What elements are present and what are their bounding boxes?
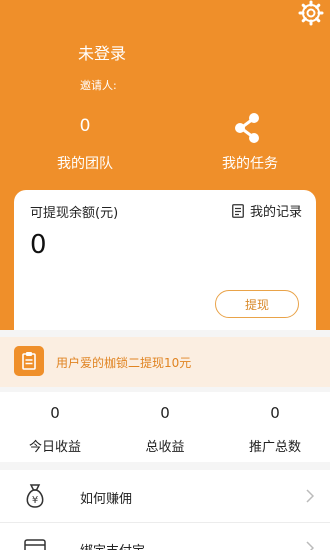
menu-item-how-to-earn[interactable]: ¥ 如何赚佣 bbox=[0, 470, 330, 522]
username-label[interactable]: 未登录 bbox=[78, 40, 126, 64]
svg-text:¥: ¥ bbox=[32, 495, 38, 506]
money-bag-icon: ¥ bbox=[26, 484, 44, 508]
my-task-link[interactable]: 我的任务 bbox=[170, 153, 330, 173]
withdraw-button[interactable]: 提现 bbox=[215, 290, 299, 318]
profile-header: 未登录 邀请人: 0 我的团队 我的任务 可提现余额(元) 我的记录 0 提现 bbox=[0, 0, 330, 330]
my-records-label: 我的记录 bbox=[249, 205, 302, 220]
stat-today-earnings[interactable]: 0 今日收益 bbox=[0, 392, 110, 462]
stat-total-referrals[interactable]: 0 推广总数 bbox=[220, 392, 330, 462]
stat-total-earnings[interactable]: 0 总收益 bbox=[110, 392, 220, 462]
team-count[interactable]: 0 bbox=[0, 116, 170, 136]
notice-bar[interactable]: 用户爱的枷锁二提现10元 bbox=[0, 337, 330, 387]
wallet-icon bbox=[24, 539, 46, 550]
stat-value: 0 bbox=[50, 404, 60, 422]
menu-label: 如何赚佣 bbox=[80, 492, 133, 507]
balance-card: 可提现余额(元) 我的记录 0 提现 bbox=[14, 190, 316, 330]
inviter-label: 邀请人: bbox=[80, 79, 117, 92]
chevron-right-icon bbox=[306, 541, 314, 550]
my-records-link[interactable]: 我的记录 bbox=[232, 201, 302, 220]
notice-text: 用户爱的枷锁二提现10元 bbox=[56, 356, 192, 370]
menu-label: 绑定支付宝 bbox=[80, 540, 145, 550]
stat-label: 推广总数 bbox=[248, 440, 301, 455]
stat-label: 总收益 bbox=[145, 440, 185, 455]
stats-panel: 0 今日收益 0 总收益 0 推广总数 bbox=[0, 392, 330, 462]
my-team-link[interactable]: 我的团队 bbox=[0, 153, 170, 173]
balance-value: 0 bbox=[30, 230, 47, 260]
menu-item-bind-alipay[interactable]: 绑定支付宝 bbox=[0, 523, 330, 550]
stat-value: 0 bbox=[270, 404, 280, 422]
gear-icon[interactable] bbox=[298, 0, 324, 26]
share-icon[interactable] bbox=[232, 112, 262, 144]
stat-label: 今日收益 bbox=[28, 440, 81, 455]
chevron-right-icon bbox=[306, 489, 314, 503]
clipboard-icon bbox=[14, 346, 44, 376]
document-icon bbox=[232, 203, 244, 218]
stat-value: 0 bbox=[160, 404, 170, 422]
balance-title: 可提现余额(元) bbox=[30, 206, 119, 221]
